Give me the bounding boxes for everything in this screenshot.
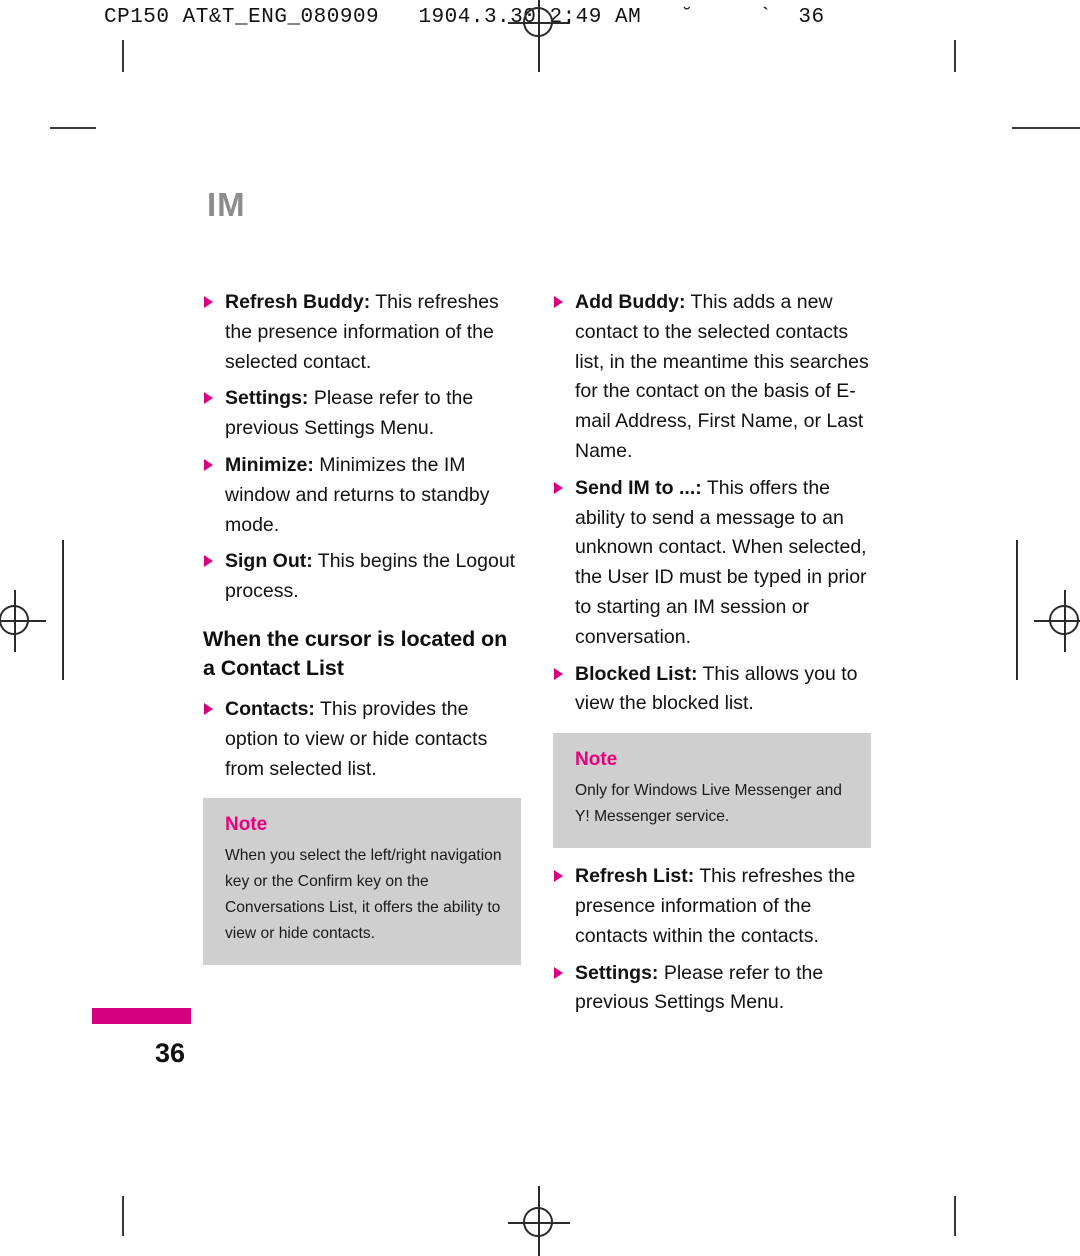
manual-page: CP150 AT&T_ENG_080909 1904.3.30 2:49 AM … bbox=[0, 0, 1080, 1256]
crop-mark-bottom-left-vertical bbox=[122, 1196, 124, 1236]
list-item: Sign Out: This begins the Logout process… bbox=[203, 547, 521, 607]
triangle-bullet-icon bbox=[554, 966, 563, 979]
note-title: Note bbox=[575, 749, 618, 771]
list-item: Send IM to ...: This offers the ability … bbox=[553, 474, 871, 653]
triangle-bullet-icon bbox=[554, 667, 563, 680]
list-item: Add Buddy: This adds a new contact to th… bbox=[553, 288, 871, 467]
chapter-title: IM bbox=[207, 186, 246, 223]
triangle-bullet-icon bbox=[204, 555, 213, 568]
list-item-label: Sign Out: bbox=[225, 550, 313, 573]
left-column: Refresh Buddy: This refreshes the presen… bbox=[203, 288, 521, 966]
list-item-label: Minimize: bbox=[225, 453, 314, 476]
note-text: When you select the left/right navigatio… bbox=[225, 847, 502, 943]
list-item-text: This offers the ability to send a messag… bbox=[575, 476, 867, 648]
triangle-bullet-icon bbox=[204, 702, 213, 715]
list-item: Settings: Please refer to the previous S… bbox=[553, 959, 871, 1019]
list-item-label: Send IM to ...: bbox=[575, 476, 702, 499]
registration-mark-bottom bbox=[508, 1192, 570, 1254]
list-item-label: Add Buddy: bbox=[575, 291, 686, 313]
crop-mark-bottom-right-vertical bbox=[954, 1196, 956, 1236]
list-item: Blocked List: This allows you to view th… bbox=[553, 660, 871, 720]
triangle-bullet-icon bbox=[554, 296, 563, 308]
list-item-label: Refresh List: bbox=[575, 865, 695, 888]
crop-mark-top-left-horizontal bbox=[50, 127, 96, 129]
right-column: Add Buddy: This adds a new contact to th… bbox=[553, 288, 871, 1025]
note-text: Only for Windows Live Messenger and Y! M… bbox=[575, 782, 842, 826]
list-item: Minimize: Minimizes the IM window and re… bbox=[203, 451, 521, 540]
footer-accent-bar bbox=[92, 1008, 191, 1024]
note-box: Note When you select the left/right navi… bbox=[203, 798, 521, 966]
list-item-label: Blocked List: bbox=[575, 662, 698, 685]
list-item-label: Contacts: bbox=[225, 697, 315, 720]
list-item-label: Settings: bbox=[575, 961, 659, 984]
triangle-bullet-icon bbox=[204, 296, 213, 308]
triangle-bullet-icon bbox=[204, 392, 213, 405]
note-box: Note Only for Windows Live Messenger and… bbox=[553, 733, 871, 849]
list-item-label: Refresh Buddy: bbox=[225, 291, 371, 313]
registration-mark-right bbox=[1034, 590, 1080, 652]
list-item: Settings: Please refer to the previous S… bbox=[203, 384, 521, 444]
note-title: Note bbox=[225, 814, 268, 836]
triangle-bullet-icon bbox=[554, 870, 563, 883]
list-item-text: This adds a new contact to the selected … bbox=[575, 291, 869, 462]
guide-rule-right-vertical bbox=[1016, 540, 1018, 680]
triangle-bullet-icon bbox=[204, 458, 213, 471]
section-heading: When the cursor is located on a Contact … bbox=[203, 626, 508, 680]
registration-mark-top bbox=[508, 0, 570, 54]
crop-mark-top-left-vertical bbox=[122, 40, 124, 72]
registration-mark-left bbox=[0, 590, 46, 652]
crop-mark-top-right-vertical bbox=[954, 40, 956, 72]
triangle-bullet-icon bbox=[554, 481, 563, 494]
list-item: Refresh Buddy: This refreshes the presen… bbox=[203, 288, 521, 377]
list-item: Contacts: This provides the option to vi… bbox=[203, 695, 521, 784]
list-item-label: Settings: bbox=[225, 387, 309, 410]
printer-slug-line: CP150 AT&T_ENG_080909 1904.3.30 2:49 AM … bbox=[104, 6, 825, 29]
crop-mark-top-right-horizontal bbox=[1012, 127, 1080, 129]
guide-rule-left-vertical bbox=[62, 540, 64, 680]
page-number: 36 bbox=[155, 1038, 186, 1068]
list-item: Refresh List: This refreshes the presenc… bbox=[553, 862, 871, 951]
